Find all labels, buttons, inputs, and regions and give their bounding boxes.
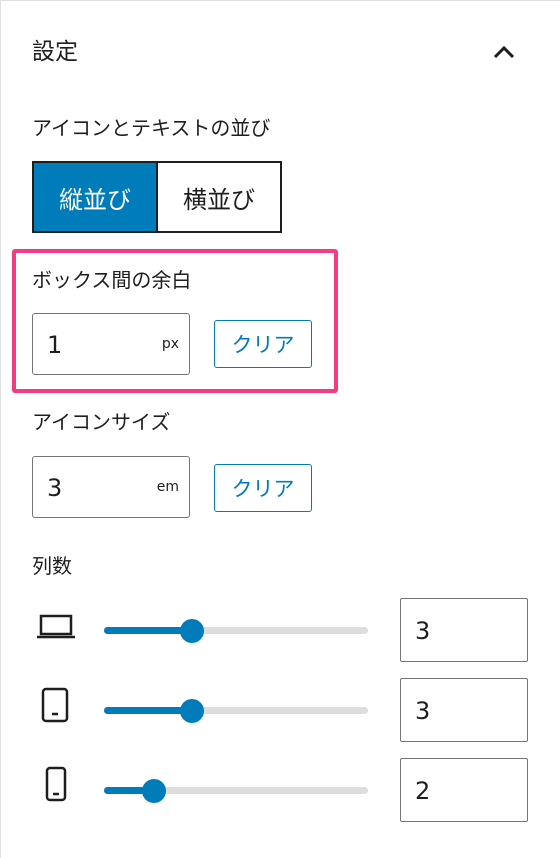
box-spacing-input[interactable]: 1 px bbox=[32, 313, 190, 375]
panel-title: 設定 bbox=[32, 39, 78, 65]
desktop-columns-input[interactable]: 3 bbox=[400, 598, 528, 662]
mobile-columns-slider[interactable] bbox=[104, 778, 368, 803]
chevron-up-icon bbox=[493, 45, 515, 59]
tablet-slider-fill bbox=[104, 707, 192, 714]
icon-size-input[interactable]: 3 em bbox=[32, 456, 190, 518]
columns-label: 列数 bbox=[32, 554, 72, 578]
tablet-columns-slider[interactable] bbox=[104, 698, 368, 723]
desktop-slider-thumb[interactable] bbox=[179, 618, 204, 643]
layout-toggle-group: 縦並び 横並び bbox=[32, 161, 282, 233]
tablet-columns-input[interactable]: 3 bbox=[400, 678, 528, 742]
box-spacing-unit: px bbox=[161, 336, 179, 352]
mobile-columns-input[interactable]: 2 bbox=[400, 758, 528, 822]
box-spacing-value: 1 bbox=[47, 331, 63, 359]
desktop-slider-fill bbox=[104, 627, 192, 634]
desktop-columns-value: 3 bbox=[415, 617, 431, 645]
mobile-slider-thumb[interactable] bbox=[141, 778, 166, 803]
panel-top-border bbox=[0, 0, 560, 1]
layout-label: アイコンとテキストの並び bbox=[32, 116, 271, 140]
laptop-icon bbox=[37, 614, 75, 639]
tablet-columns-value: 3 bbox=[415, 697, 431, 725]
box-spacing-label: ボックス間の余白 bbox=[32, 268, 192, 292]
icon-size-label: アイコンサイズ bbox=[32, 410, 171, 434]
panel-left-border bbox=[0, 0, 1, 858]
vertical-layout-button[interactable]: 縦並び bbox=[34, 163, 156, 231]
tablet-icon bbox=[41, 687, 69, 723]
box-spacing-clear-button[interactable]: クリア bbox=[214, 320, 312, 368]
horizontal-layout-button[interactable]: 横並び bbox=[156, 163, 280, 231]
collapse-panel-button[interactable] bbox=[484, 32, 524, 72]
tablet-slider-thumb[interactable] bbox=[179, 698, 204, 723]
mobile-icon bbox=[45, 766, 67, 802]
icon-size-unit: em bbox=[156, 479, 179, 495]
icon-size-value: 3 bbox=[47, 474, 63, 502]
mobile-columns-value: 2 bbox=[415, 777, 431, 805]
icon-size-clear-button[interactable]: クリア bbox=[214, 464, 312, 512]
desktop-columns-slider[interactable] bbox=[104, 618, 368, 643]
